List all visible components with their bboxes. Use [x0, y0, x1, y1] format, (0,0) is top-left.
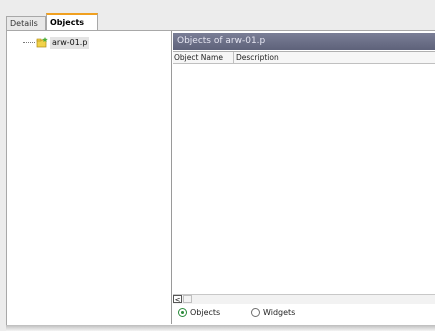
objects-grid[interactable]: Object Name Description	[173, 51, 435, 293]
view-mode-radios: Objects Widgets	[173, 305, 435, 321]
tab-bar: Details Objects	[6, 13, 435, 32]
radio-widgets[interactable]: Widgets	[251, 307, 295, 318]
radio-widgets-label: Widgets	[263, 308, 296, 317]
objects-panel: arw-01.p Objects of arw-01.p Object Name…	[6, 30, 435, 327]
main-window: Details Objects arw-01.p Objects of arw-…	[0, 0, 435, 331]
radio-objects[interactable]: Objects	[178, 307, 220, 318]
radio-objects-label: Objects	[190, 308, 221, 317]
horizontal-scrollbar[interactable]: <	[173, 294, 435, 304]
radio-selected-icon	[178, 308, 187, 317]
objects-view: Objects of arw-01.p Object Name Descript…	[173, 31, 435, 324]
scroll-right-button[interactable]	[183, 295, 192, 303]
column-description[interactable]: Description	[235, 52, 435, 63]
radio-unselected-icon	[251, 308, 260, 317]
tree-item-label: arw-01.p	[50, 37, 90, 49]
objects-header: Objects of arw-01.p	[173, 33, 435, 50]
tree-connector	[23, 42, 35, 43]
tab-details[interactable]: Details	[6, 16, 46, 30]
file-tree: arw-01.p	[7, 31, 172, 324]
scroll-left-button[interactable]: <	[173, 295, 182, 304]
column-object-name[interactable]: Object Name	[173, 52, 234, 63]
grid-header: Object Name Description	[173, 52, 435, 64]
panel-shadow	[6, 325, 435, 331]
file-star-icon	[36, 37, 48, 48]
